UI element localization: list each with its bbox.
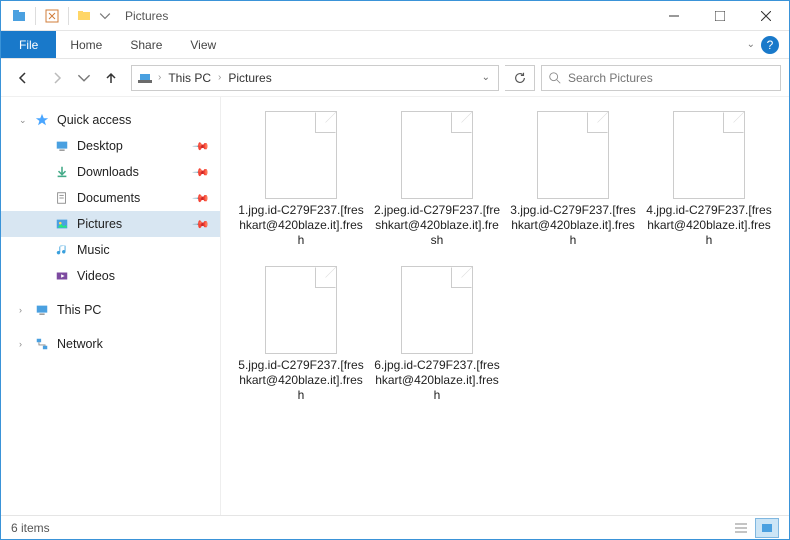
sidebar-quick-access[interactable]: ⌄ Quick access (1, 107, 220, 133)
pictures-icon (53, 217, 71, 231)
file-name: 3.jpg.id-C279F237.[freshkart@420blaze.it… (509, 203, 637, 248)
breadcrumb-separator[interactable]: › (216, 72, 223, 83)
file-item[interactable]: 4.jpg.id-C279F237.[freshkart@420blaze.it… (645, 111, 773, 248)
file-item[interactable]: 5.jpg.id-C279F237.[freshkart@420blaze.it… (237, 266, 365, 403)
forward-button[interactable] (43, 64, 71, 92)
sidebar-label: Quick access (57, 113, 131, 127)
expand-icon[interactable]: › (19, 339, 22, 349)
music-icon (53, 243, 71, 257)
ribbon-expand-icon[interactable]: ⌄ (747, 39, 755, 50)
tab-home[interactable]: Home (56, 31, 116, 58)
file-icon (401, 111, 473, 199)
close-button[interactable] (743, 1, 789, 31)
file-name: 4.jpg.id-C279F237.[freshkart@420blaze.it… (645, 203, 773, 248)
file-icon (265, 266, 337, 354)
up-button[interactable] (97, 64, 125, 92)
status-text: 6 items (11, 521, 50, 535)
file-name: 1.jpg.id-C279F237.[freshkart@420blaze.it… (237, 203, 365, 248)
navigation-bar: › This PC › Pictures ⌄ (1, 59, 789, 97)
app-icon[interactable] (7, 5, 31, 27)
status-bar: 6 items (1, 515, 789, 539)
recent-dropdown[interactable] (77, 64, 91, 92)
desktop-icon (53, 139, 71, 153)
sidebar-item-music[interactable]: Music (1, 237, 220, 263)
file-item[interactable]: 2.jpeg.id-C279F237.[freshkart@420blaze.i… (373, 111, 501, 248)
details-view-button[interactable] (729, 518, 753, 538)
tab-view[interactable]: View (176, 31, 230, 58)
file-name: 6.jpg.id-C279F237.[freshkart@420blaze.it… (373, 358, 501, 403)
sidebar-item-label: Pictures (77, 217, 122, 231)
file-icon (537, 111, 609, 199)
sidebar-item-label: Documents (77, 191, 140, 205)
pin-icon: 📌 (192, 189, 211, 208)
maximize-button[interactable] (697, 1, 743, 31)
sidebar-item-label: Desktop (77, 139, 123, 153)
ribbon: File Home Share View ⌄ ? (1, 31, 789, 59)
sidebar-item-videos[interactable]: Videos (1, 263, 220, 289)
separator (35, 7, 36, 25)
separator (68, 7, 69, 25)
sidebar-label: Network (57, 337, 103, 351)
sidebar-item-label: Music (77, 243, 110, 257)
file-icon (265, 111, 337, 199)
network-icon (33, 337, 51, 351)
file-view[interactable]: 1.jpg.id-C279F237.[freshkart@420blaze.it… (221, 97, 789, 515)
address-bar[interactable]: › This PC › Pictures ⌄ (131, 65, 499, 91)
file-name: 5.jpg.id-C279F237.[freshkart@420blaze.it… (237, 358, 365, 403)
search-input[interactable] (568, 71, 774, 85)
titlebar: Pictures (1, 1, 789, 31)
sidebar-item-desktop[interactable]: Desktop 📌 (1, 133, 220, 159)
sidebar-network[interactable]: › Network (1, 331, 220, 357)
file-icon (401, 266, 473, 354)
folder-dropdown-icon[interactable] (73, 5, 97, 27)
sidebar-item-downloads[interactable]: Downloads 📌 (1, 159, 220, 185)
expand-icon[interactable]: › (19, 305, 22, 315)
address-dropdown[interactable]: ⌄ (478, 72, 494, 83)
breadcrumb-this-pc[interactable]: This PC (165, 71, 214, 85)
file-item[interactable]: 1.jpg.id-C279F237.[freshkart@420blaze.it… (237, 111, 365, 248)
file-name: 2.jpeg.id-C279F237.[freshkart@420blaze.i… (373, 203, 501, 248)
sidebar-item-documents[interactable]: Documents 📌 (1, 185, 220, 211)
quick-access-toolbar (1, 5, 117, 27)
pin-icon: 📌 (192, 215, 211, 234)
expand-icon[interactable]: ⌄ (19, 115, 27, 126)
refresh-button[interactable] (505, 65, 535, 91)
file-tab[interactable]: File (1, 31, 56, 58)
sidebar: ⌄ Quick access Desktop📌Downloads📌Documen… (1, 97, 221, 515)
help-button[interactable]: ? (761, 36, 779, 54)
documents-icon (53, 191, 71, 205)
file-icon (673, 111, 745, 199)
videos-icon (53, 269, 71, 283)
qat-dropdown-icon[interactable] (99, 5, 111, 27)
pin-icon: 📌 (192, 163, 211, 182)
sidebar-this-pc[interactable]: › This PC (1, 297, 220, 323)
star-icon (33, 113, 51, 127)
icons-view-button[interactable] (755, 518, 779, 538)
sidebar-item-pictures[interactable]: Pictures 📌 (1, 211, 220, 237)
file-item[interactable]: 6.jpg.id-C279F237.[freshkart@420blaze.it… (373, 266, 501, 403)
location-icon (136, 71, 154, 85)
search-box[interactable] (541, 65, 781, 91)
breadcrumb-pictures[interactable]: Pictures (225, 71, 274, 85)
pin-icon: 📌 (192, 137, 211, 156)
tab-share[interactable]: Share (116, 31, 176, 58)
sidebar-item-label: Downloads (77, 165, 139, 179)
window-title: Pictures (125, 9, 168, 23)
sidebar-item-label: Videos (77, 269, 115, 283)
minimize-button[interactable] (651, 1, 697, 31)
search-icon (548, 71, 562, 85)
pc-icon (33, 303, 51, 317)
breadcrumb-separator[interactable]: › (156, 72, 163, 83)
file-item[interactable]: 3.jpg.id-C279F237.[freshkart@420blaze.it… (509, 111, 637, 248)
downloads-icon (53, 165, 71, 179)
properties-icon[interactable] (40, 5, 64, 27)
sidebar-label: This PC (57, 303, 101, 317)
back-button[interactable] (9, 64, 37, 92)
